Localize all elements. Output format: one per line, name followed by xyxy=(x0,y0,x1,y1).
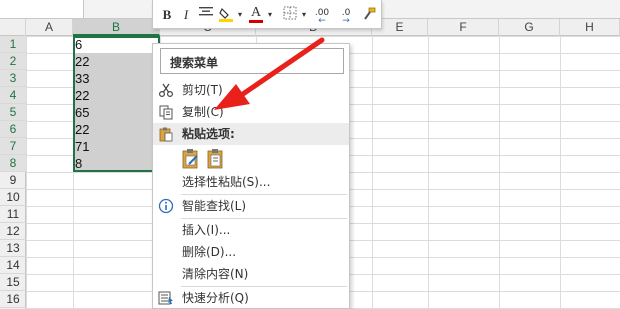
row-header[interactable]: 14 xyxy=(0,257,26,274)
font-color-button[interactable]: A xyxy=(247,6,265,24)
align-center-button[interactable] xyxy=(197,6,215,24)
search-menu-box[interactable]: 搜索菜单 xyxy=(160,48,344,74)
fill-color-button[interactable] xyxy=(217,6,235,24)
menu-item-paste-special[interactable]: 选择性粘贴(S)... xyxy=(153,171,349,193)
column-header-a[interactable]: A xyxy=(26,19,73,36)
name-box-value: B1 xyxy=(6,2,21,15)
borders-dropdown[interactable]: ▾ xyxy=(300,6,308,24)
row-header[interactable]: 15 xyxy=(0,274,26,291)
menu-item-label: 复制(C) xyxy=(182,105,224,119)
font-color-bar xyxy=(249,20,263,23)
cell-b1[interactable]: 6 xyxy=(75,36,155,53)
row-header[interactable]: 11 xyxy=(0,206,26,223)
column-header-g[interactable]: G xyxy=(499,19,560,36)
borders-button[interactable] xyxy=(281,6,299,24)
format-painter-icon xyxy=(364,7,376,20)
column-header-b[interactable]: B xyxy=(73,19,160,36)
cut-icon xyxy=(158,82,174,98)
menu-item-cut[interactable]: 剪切(T) xyxy=(153,79,349,101)
menu-item-label: 插入(I)... xyxy=(182,223,231,237)
quick-analysis-icon xyxy=(158,290,174,306)
menu-item-smart-lookup[interactable]: 智能查找(L) xyxy=(153,195,349,217)
cell-b7[interactable]: 71 xyxy=(75,138,155,155)
row-header-bar: 1 2 3 4 5 6 7 8 9 10 11 12 13 14 15 16 xyxy=(0,36,26,309)
menu-section-paste-options: 粘贴选项: xyxy=(153,123,349,145)
align-center-icon xyxy=(199,7,213,16)
arrow-left-icon: ← xyxy=(318,16,326,26)
menu-item-label: 剪切(T) xyxy=(182,83,223,97)
row-header[interactable]: 10 xyxy=(0,189,26,206)
copy-icon xyxy=(158,104,174,120)
mini-toolbar: B I ▾ A ▾ ▾ .00 ← .0 → xyxy=(152,0,382,29)
cell-b5[interactable]: 65 xyxy=(75,104,155,121)
menu-item-label: 删除(D)... xyxy=(182,245,237,259)
menu-item-label: 快速分析(Q) xyxy=(182,291,249,305)
cell-b3[interactable]: 33 xyxy=(75,70,155,87)
paste-icon xyxy=(158,126,174,142)
borders-icon xyxy=(283,6,297,20)
row-header[interactable]: 5 xyxy=(0,104,26,121)
row-header[interactable]: 2 xyxy=(0,53,26,70)
cell-b4[interactable]: 22 xyxy=(75,87,155,104)
select-all-corner[interactable] xyxy=(0,19,26,36)
row-header[interactable]: 12 xyxy=(0,223,26,240)
row-header[interactable]: 7 xyxy=(0,138,26,155)
bold-button[interactable]: B xyxy=(159,6,175,24)
row-header[interactable]: 3 xyxy=(0,70,26,87)
row-header[interactable]: 1 xyxy=(0,36,26,53)
name-box[interactable]: B1 xyxy=(0,0,84,18)
menu-item-insert[interactable]: 插入(I)... xyxy=(153,219,349,241)
decrease-decimal-button[interactable]: .00 ← xyxy=(311,6,333,26)
menu-item-delete[interactable]: 删除(D)... xyxy=(153,241,349,263)
cell-b6[interactable]: 22 xyxy=(75,121,155,138)
column-header-h[interactable]: H xyxy=(560,19,620,36)
menu-item-label: 清除内容(N) xyxy=(182,267,249,281)
font-color-letter: A xyxy=(250,5,262,20)
menu-item-copy[interactable]: 复制(C) xyxy=(153,101,349,123)
italic-button[interactable]: I xyxy=(179,6,193,24)
cell-b2[interactable]: 22 xyxy=(75,53,155,70)
increase-decimal-button[interactable]: .0 → xyxy=(335,6,357,26)
menu-item-label: 选择性粘贴(S)... xyxy=(182,175,271,189)
row-header[interactable]: 9 xyxy=(0,172,26,189)
context-menu: 搜索菜单 剪切(T) 复制(C) 粘贴选项: 选择性粘贴(S)... 智能查找(… xyxy=(152,43,350,309)
arrow-right-icon: → xyxy=(342,16,350,26)
format-painter-button[interactable] xyxy=(360,6,378,24)
row-header[interactable]: 16 xyxy=(0,291,26,308)
cell-b8[interactable]: 8 xyxy=(75,155,155,172)
row-header[interactable]: 8 xyxy=(0,155,26,172)
row-header[interactable]: 4 xyxy=(0,87,26,104)
row-header[interactable]: 6 xyxy=(0,121,26,138)
paint-bucket-icon xyxy=(219,7,233,22)
menu-item-clear-contents[interactable]: 清除内容(N) xyxy=(153,263,349,285)
font-color-dropdown[interactable]: ▾ xyxy=(266,6,274,24)
menu-section-label: 粘贴选项: xyxy=(182,127,235,141)
menu-item-label: 智能查找(L) xyxy=(182,199,247,213)
column-header-f[interactable]: F xyxy=(428,19,499,36)
smart-lookup-icon xyxy=(158,198,174,214)
search-menu-label: 搜索菜单 xyxy=(170,56,219,70)
fill-color-dropdown[interactable]: ▾ xyxy=(236,6,244,24)
paste-options-row xyxy=(153,145,349,171)
row-header[interactable]: 13 xyxy=(0,240,26,257)
menu-item-quick-analysis[interactable]: 快速分析(Q) xyxy=(153,287,349,309)
